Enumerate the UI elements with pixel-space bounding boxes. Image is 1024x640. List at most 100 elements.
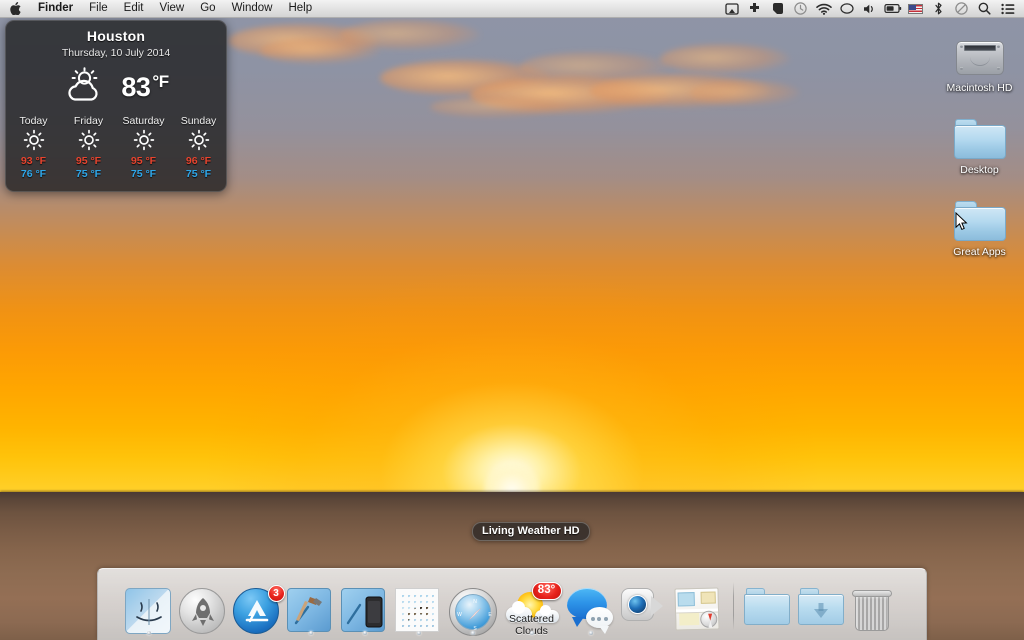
dock-item-messages[interactable]	[564, 574, 618, 636]
running-indicator	[147, 631, 151, 635]
menu-item-help[interactable]: Help	[280, 0, 320, 17]
wifi-icon[interactable]	[812, 0, 835, 18]
sun-icon	[6, 127, 61, 153]
forecast-low: 75 °F	[171, 168, 226, 180]
hard-drive-icon	[930, 26, 1024, 78]
weather-widget[interactable]: Houston Thursday, 10 July 2014 83°F Toda…	[5, 20, 227, 192]
dock-item-xcode[interactable]	[284, 574, 338, 636]
forecast-low: 76 °F	[6, 168, 61, 180]
menu-bar-app-menus: Finder File Edit View Go Window Help	[0, 0, 320, 17]
app-store-icon: 3	[233, 588, 281, 636]
messages-icon	[567, 588, 615, 636]
sun-icon	[61, 127, 116, 153]
menu-item-go[interactable]: Go	[192, 0, 223, 17]
sun-behind-cloud-icon	[63, 66, 107, 109]
dock-item-living-weather-hd[interactable]: 83° Scattered Clouds	[500, 574, 564, 636]
forecast-day-name: Today	[6, 115, 61, 127]
folder-icon	[930, 190, 1024, 242]
dock-item-safari[interactable]: N S W E	[446, 574, 500, 636]
forecast-high: 93 °F	[6, 155, 61, 167]
folder-icon	[744, 588, 792, 636]
forecast-day[interactable]: Sunday 96 °F 75 °F	[171, 115, 226, 180]
battery-icon[interactable]	[881, 0, 904, 18]
running-indicator	[363, 631, 367, 635]
menu-item-finder[interactable]: Finder	[30, 0, 81, 17]
desktop-icon-macintosh-hd[interactable]: Macintosh HD	[930, 26, 1024, 96]
notification-center-icon[interactable]	[996, 0, 1019, 18]
desktop-icon-desktop[interactable]: Desktop	[930, 108, 1024, 178]
menu-bar: Finder File Edit View Go Window Help	[0, 0, 1024, 18]
widget-city: Houston	[6, 28, 226, 44]
caption-line-1: Scattered	[509, 613, 554, 625]
simulator-icon	[341, 588, 389, 636]
xcode-icon	[287, 588, 335, 636]
us-flag-input-icon[interactable]	[904, 0, 927, 18]
widget-temp-value: 83	[121, 72, 150, 102]
screen-mirroring-icon[interactable]	[720, 0, 743, 18]
dock-item-facetime[interactable]	[618, 574, 672, 636]
svg-text:W: W	[457, 612, 462, 618]
forecast-day[interactable]: Saturday 95 °F 75 °F	[116, 115, 171, 180]
desktop-icon-great-apps[interactable]: Great Apps	[930, 190, 1024, 260]
folder-icon	[930, 108, 1024, 160]
menu-bar-status-items	[720, 0, 1024, 17]
app-store-badge: 3	[268, 585, 285, 602]
menu-item-file[interactable]: File	[81, 0, 116, 17]
dock-item-launchpad[interactable]	[176, 574, 230, 636]
dock-item-app-store[interactable]: 3	[230, 574, 284, 636]
forecast-day-name: Sunday	[171, 115, 226, 127]
forecast-day-name: Friday	[61, 115, 116, 127]
dock-item-mail[interactable]	[392, 574, 446, 636]
do-not-disturb-icon[interactable]	[950, 0, 973, 18]
apple-menu[interactable]	[0, 0, 30, 17]
desktop-icon-label: Desktop	[957, 164, 1002, 176]
dock-separator	[733, 582, 734, 630]
running-indicator	[589, 631, 593, 635]
widget-forecast: Today 93 °F 76 °F Friday 95 °F 75 °F Sat…	[6, 115, 226, 180]
dropbox-icon[interactable]	[743, 0, 766, 18]
widget-current-temperature: 83°F	[121, 72, 168, 103]
clock-icon[interactable]	[789, 0, 812, 18]
dock: 3	[97, 568, 927, 640]
dock-tooltip: Living Weather HD	[472, 522, 590, 541]
desktop-icon-label: Macintosh HD	[944, 82, 1016, 94]
forecast-low: 75 °F	[116, 168, 171, 180]
downloads-folder-icon	[798, 588, 846, 636]
menu-item-window[interactable]: Window	[224, 0, 281, 17]
sun-icon	[171, 127, 226, 153]
menu-item-edit[interactable]: Edit	[116, 0, 152, 17]
mail-icon	[395, 588, 443, 636]
forecast-high: 96 °F	[171, 155, 226, 167]
evernote-icon[interactable]	[766, 0, 789, 18]
dock-item-finder[interactable]	[122, 574, 176, 636]
forecast-low: 75 °F	[61, 168, 116, 180]
running-indicator	[309, 631, 313, 635]
finder-icon	[125, 588, 173, 636]
running-indicator	[417, 631, 421, 635]
messages-icon[interactable]	[835, 0, 858, 18]
volume-icon[interactable]	[858, 0, 881, 18]
spotlight-search-icon[interactable]	[973, 0, 996, 18]
widget-current-conditions: 83°F	[6, 65, 226, 109]
dock-item-documents-folder[interactable]	[741, 574, 795, 636]
forecast-day[interactable]: Friday 95 °F 75 °F	[61, 115, 116, 180]
dock-item-maps[interactable]	[672, 574, 726, 636]
bluetooth-icon[interactable]	[927, 0, 950, 18]
widget-temp-unit: °F	[152, 72, 168, 91]
running-indicator	[471, 631, 475, 635]
launchpad-icon	[179, 588, 227, 636]
sun-icon	[116, 127, 171, 153]
menu-item-view[interactable]: View	[152, 0, 193, 17]
forecast-high: 95 °F	[116, 155, 171, 167]
desktop-icon-label: Great Apps	[950, 246, 1009, 258]
dock-item-downloads-folder[interactable]	[795, 574, 849, 636]
forecast-day[interactable]: Today 93 °F 76 °F	[6, 115, 61, 180]
dock-item-simulator[interactable]	[338, 574, 392, 636]
dock-item-trash[interactable]	[849, 574, 903, 636]
facetime-icon	[621, 588, 669, 636]
trash-icon	[852, 588, 900, 636]
svg-text:E: E	[488, 612, 492, 618]
safari-icon: N S W E	[449, 588, 497, 636]
apple-logo-icon	[10, 2, 21, 15]
mouse-cursor	[955, 212, 968, 236]
